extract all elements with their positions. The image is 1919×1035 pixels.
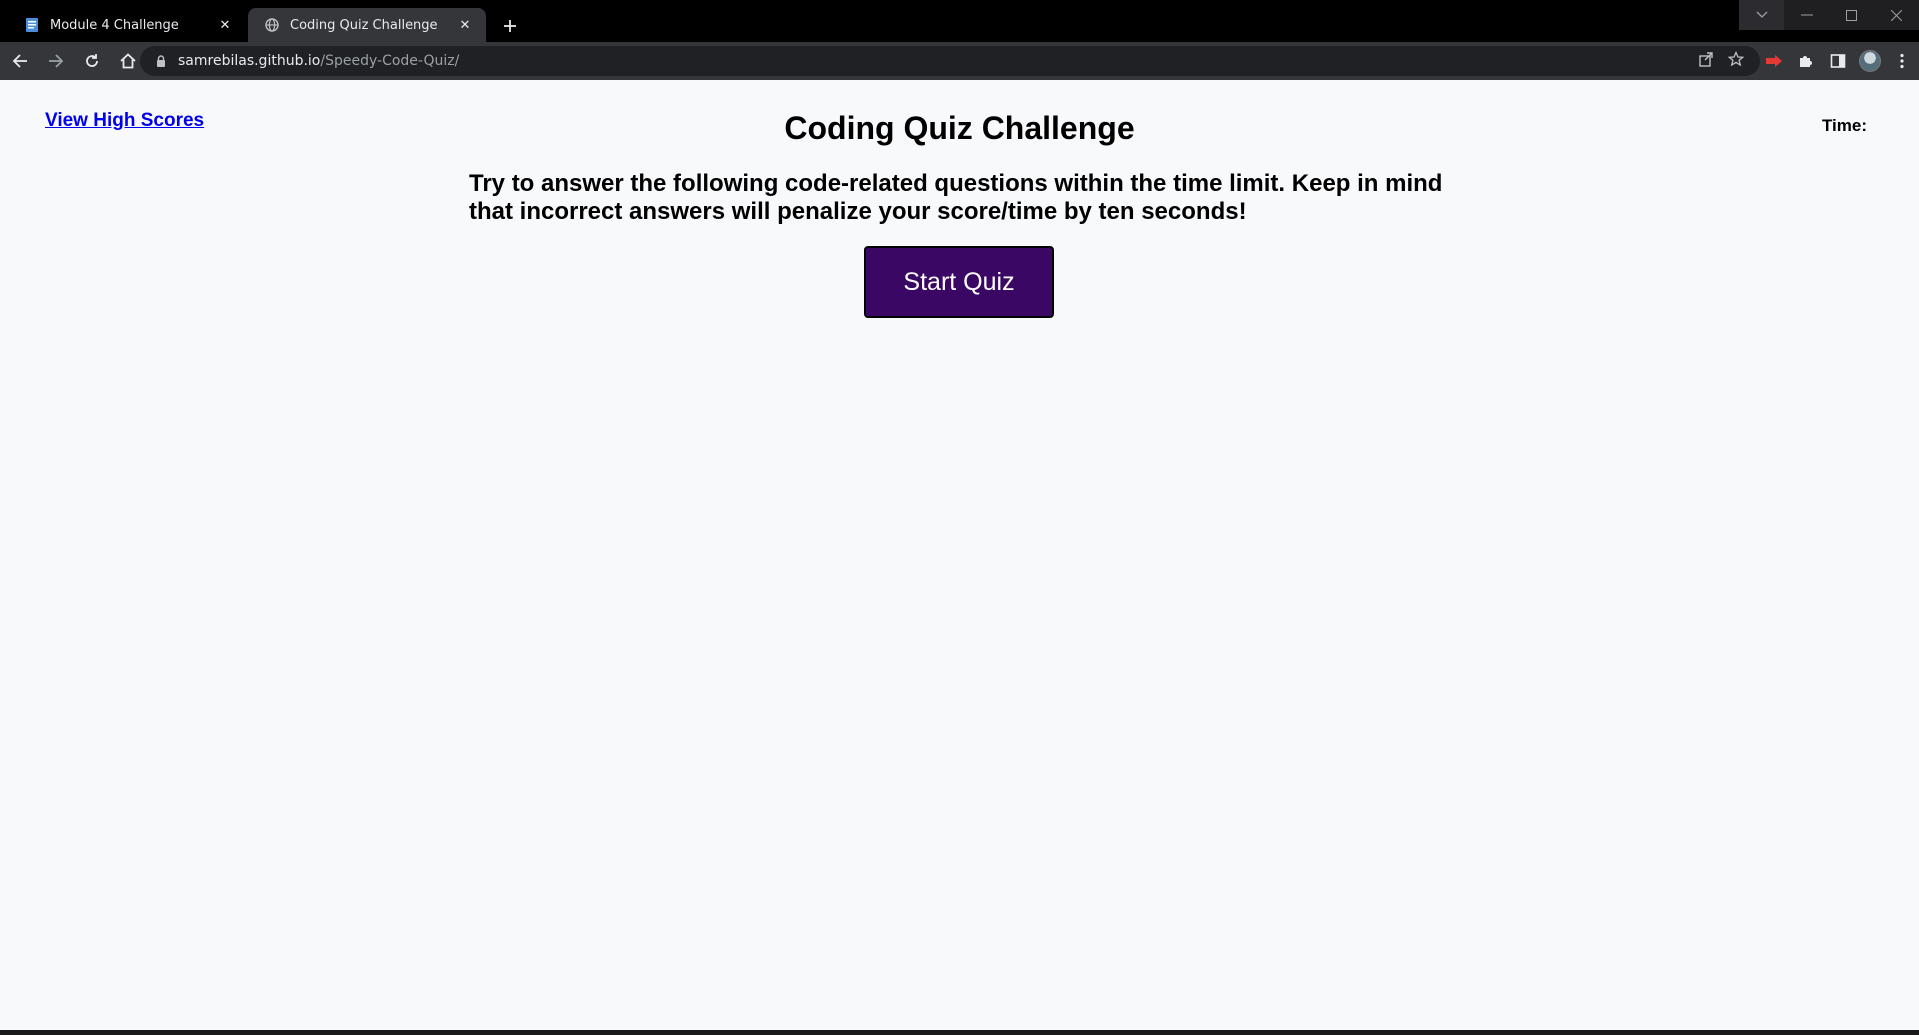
arrow-right-icon <box>49 54 64 68</box>
close-icon[interactable]: ✕ <box>216 16 234 34</box>
quiz-instructions: Try to answer the following code-related… <box>469 170 1443 225</box>
url-path: /Speedy-Code-Quiz/ <box>320 53 460 69</box>
extensions-area <box>1763 46 1913 76</box>
maximize-button[interactable] <box>1829 0 1874 30</box>
timer-label: Time: <box>1821 116 1867 135</box>
page-title: Coding Quiz Challenge <box>784 110 1135 146</box>
close-icon <box>1891 9 1902 21</box>
maximize-icon <box>1846 9 1857 21</box>
page-viewport: View High Scores Coding Quiz Challenge T… <box>0 80 1919 1030</box>
globe-icon <box>264 17 280 33</box>
side-panel-icon[interactable] <box>1827 50 1849 72</box>
back-button[interactable] <box>4 45 36 77</box>
browser-toolbar: samrebilas.github.io/Speedy-Code-Quiz/ <box>0 42 1919 80</box>
tab-search-button[interactable] <box>1739 0 1784 30</box>
tab-module-4-challenge[interactable]: Module 4 Challenge ✕ <box>8 8 246 42</box>
star-icon[interactable] <box>1727 50 1745 71</box>
address-bar-actions <box>1698 46 1745 76</box>
puzzle-icon[interactable] <box>1795 50 1817 72</box>
browser-tab-strip: Module 4 Challenge ✕ Coding Quiz Challen… <box>0 0 1919 42</box>
minimize-icon <box>1800 14 1813 16</box>
close-window-button[interactable] <box>1874 0 1919 30</box>
forward-button[interactable] <box>40 45 72 77</box>
tab-title: Module 4 Challenge <box>50 17 179 33</box>
close-icon[interactable]: ✕ <box>456 16 474 34</box>
plus-icon <box>504 20 516 32</box>
document-icon <box>24 17 40 33</box>
minimize-button[interactable] <box>1784 0 1829 30</box>
chevron-down-icon <box>1756 11 1767 18</box>
lock-icon[interactable] <box>154 54 168 68</box>
profile-avatar[interactable] <box>1859 50 1881 72</box>
window-bottom-border <box>0 1030 1919 1035</box>
url-host: samrebilas.github.io <box>178 53 321 69</box>
new-tab-button[interactable] <box>498 14 522 38</box>
extension-arrow-icon[interactable] <box>1763 50 1785 72</box>
window-controls <box>1739 0 1919 30</box>
timer: Time: <box>1822 116 1873 136</box>
tab-title: Coding Quiz Challenge <box>290 17 438 33</box>
start-quiz-button[interactable]: Start Quiz <box>864 246 1054 318</box>
tab-coding-quiz-challenge[interactable]: Coding Quiz Challenge ✕ <box>248 8 486 42</box>
home-icon <box>120 53 136 69</box>
reload-button[interactable] <box>76 45 108 77</box>
share-icon[interactable] <box>1698 51 1714 71</box>
avatar <box>1859 50 1881 72</box>
reload-icon <box>86 54 98 67</box>
more-vertical-icon <box>1900 53 1904 69</box>
menu-button[interactable] <box>1891 50 1913 72</box>
arrow-left-icon <box>12 54 27 68</box>
address-bar[interactable]: samrebilas.github.io/Speedy-Code-Quiz/ <box>140 46 1760 76</box>
